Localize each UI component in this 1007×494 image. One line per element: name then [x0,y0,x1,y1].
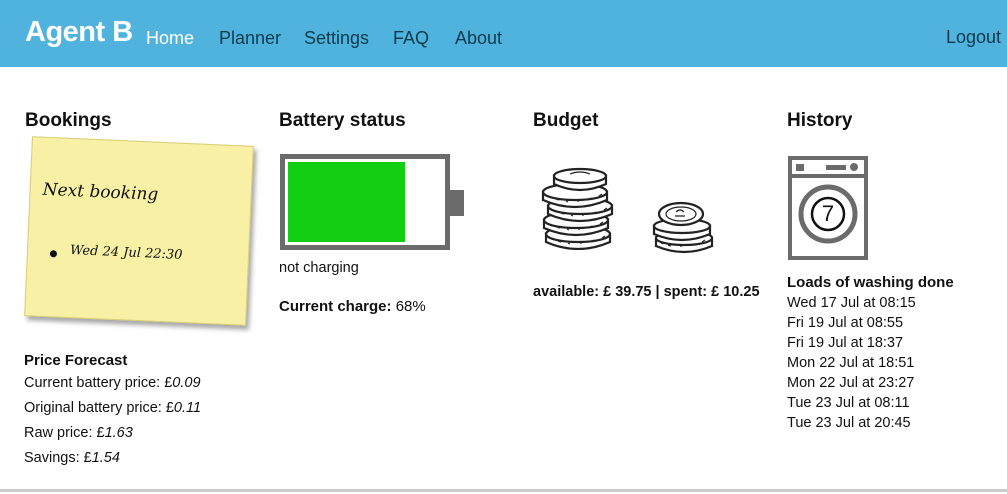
current-charge-value: 68% [395,298,426,315]
nav-home-link[interactable]: Home [146,28,194,49]
current-battery-price-value: 0.09 [172,375,201,391]
raw-price-label: Raw price: £ [24,425,105,441]
next-booking-note[interactable]: Next booking Wed 24 Jul 22:30 [24,136,254,326]
history-item: Wed 17 Jul at 08:15 [787,295,916,311]
loads-of-washing-title: Loads of washing done [787,274,954,291]
current-battery-price-label: Current battery price: £ [24,375,173,391]
top-navbar: Agent B Home Planner Settings FAQ About … [0,0,1007,67]
original-battery-price: Original battery price: £0.11 [24,400,201,416]
washer-count: 7 [821,201,835,226]
note-title: Next booking [42,179,159,205]
original-battery-price-value: 0.11 [173,400,202,416]
bookings-title: Bookings [25,110,112,131]
battery-charge-fill [288,162,405,242]
battery-terminal [450,190,464,216]
page-bottom-border [0,489,1007,492]
savings: Savings: £1.54 [24,450,120,466]
history-item: Tue 23 Jul at 08:11 [787,395,910,411]
nav-planner-link[interactable]: Planner [219,28,281,49]
coin-stack-large-icon [541,167,614,250]
history-item: Fri 19 Jul at 18:37 [787,335,904,351]
history-title: History [787,110,853,131]
budget-title: Budget [533,110,599,131]
coin-stack-small-icon [652,201,714,254]
logout-link[interactable]: Logout [946,27,1001,48]
raw-price: Raw price: £1.63 [24,425,133,441]
budget-summary: available: £ 39.75 | spent: £ 10.25 [533,284,760,300]
price-forecast-title: Price Forecast [24,352,128,369]
history-item: Tue 23 Jul at 20:45 [787,415,911,431]
brand-logo[interactable]: Agent B [25,16,133,49]
original-battery-price-label: Original battery price: £ [24,400,174,416]
savings-value: 1.54 [91,450,120,466]
battery-icon [280,154,450,250]
savings-label: Savings: £ [24,450,92,466]
current-charge-label: Current charge: [279,298,392,315]
history-item: Fri 19 Jul at 08:55 [787,315,904,331]
nav-settings-link[interactable]: Settings [304,28,369,49]
battery-charging-status: not charging [279,260,359,276]
nav-about-link[interactable]: About [455,28,502,49]
nav-faq-link[interactable]: FAQ [393,28,429,49]
current-charge: Current charge: 68% [279,298,426,315]
history-item: Mon 22 Jul at 18:51 [787,355,915,371]
history-item: Mon 22 Jul at 23:27 [787,375,915,391]
current-battery-price: Current battery price: £0.09 [24,375,201,391]
battery-status-title: Battery status [279,110,406,131]
bullet-icon [49,250,58,258]
booking-item: Wed 24 Jul 22:30 [69,243,183,263]
raw-price-value: 1.63 [104,425,133,441]
